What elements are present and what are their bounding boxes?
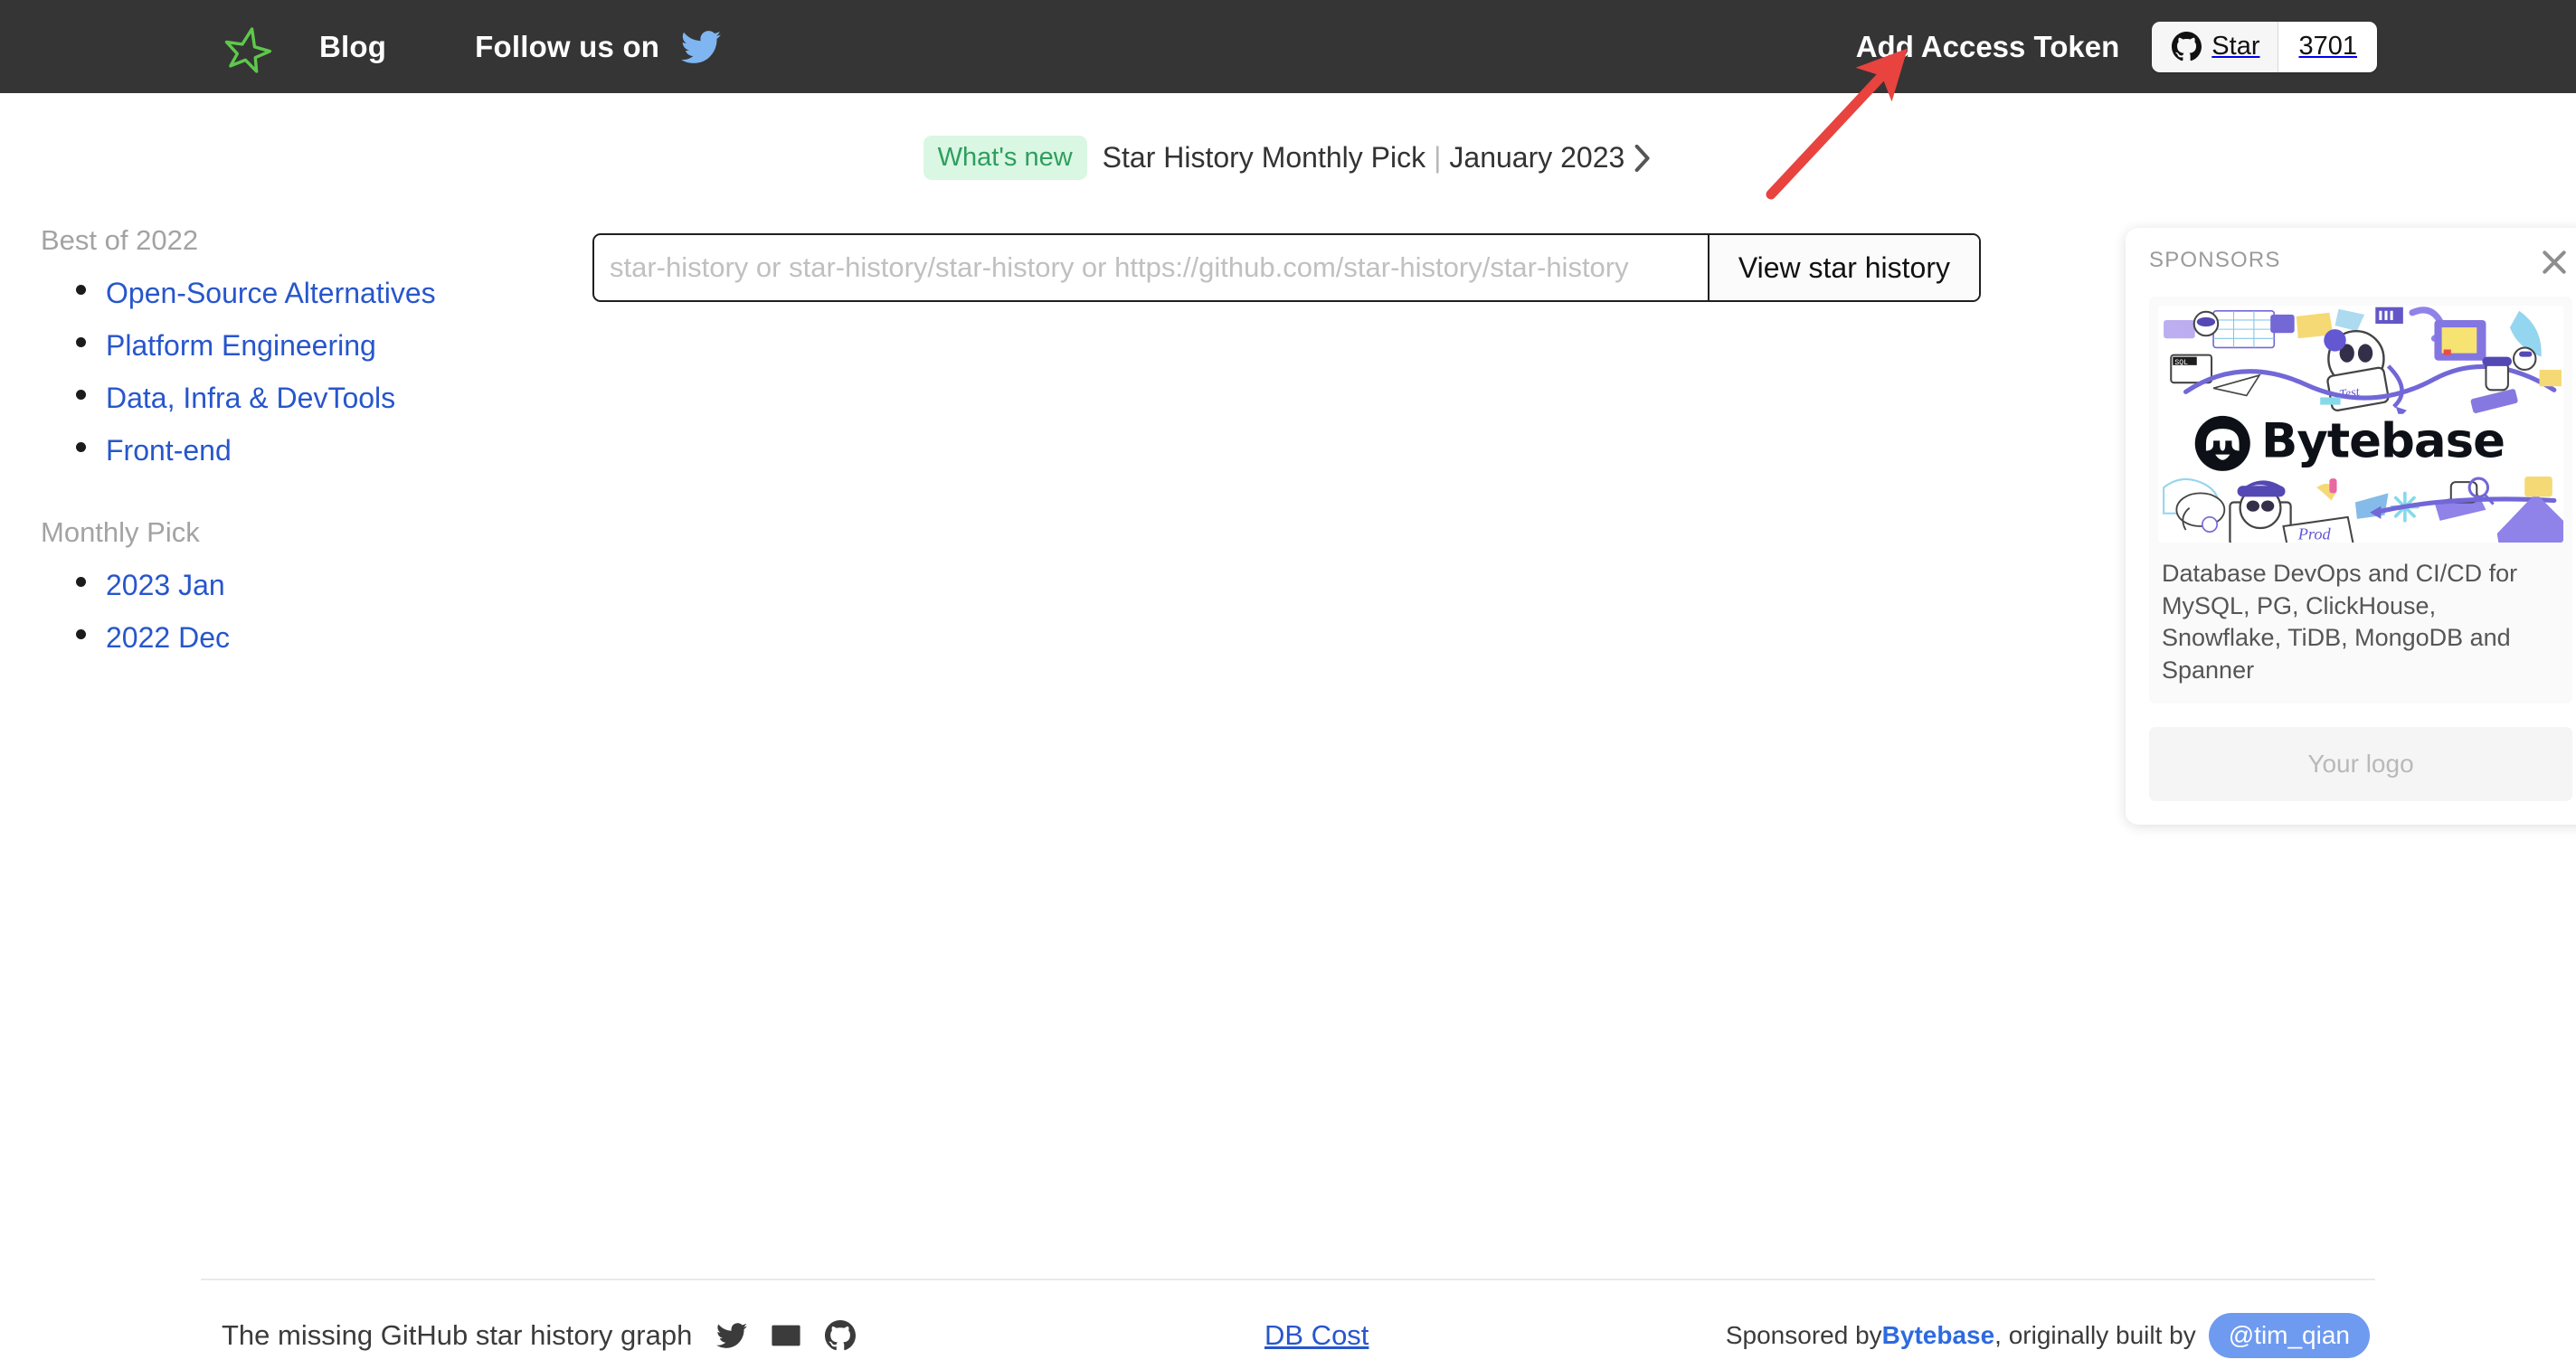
author-handle-badge[interactable]: @tim_qian <box>2208 1313 2370 1358</box>
chevron-right-icon <box>1634 144 1650 172</box>
bytebase-banner-image: SQL Test Bytebase Prod <box>2158 306 2563 543</box>
footer-right: Sponsored by Bytebase , originally built… <box>1726 1313 2370 1358</box>
footer-bytebase-link[interactable]: Bytebase <box>1882 1321 1995 1350</box>
bullet-icon <box>76 285 86 295</box>
site-footer: The missing GitHub star history graph DB… <box>0 1302 2576 1369</box>
whats-new-text: Star History Monthly Pick | January 2023 <box>1103 141 1653 175</box>
footer-social-icons <box>716 1320 857 1351</box>
search-input[interactable] <box>594 235 1708 300</box>
github-star-button[interactable]: Star 3701 <box>2152 21 2377 72</box>
star-logo-icon[interactable] <box>222 21 274 73</box>
star-logo-glyph <box>224 26 272 73</box>
sidebar-link-front-end[interactable]: Front-end <box>106 434 232 467</box>
header-left-nav: Blog Follow us on <box>222 21 722 73</box>
list-item[interactable]: Open-Source Alternatives <box>76 277 545 310</box>
header-right-nav: Add Access Token Star 3701 <box>1856 0 2576 93</box>
whats-new-date: January 2023 <box>1449 141 1625 174</box>
bullet-icon <box>76 577 86 587</box>
sidebar-heading-best-of-2022: Best of 2022 <box>41 224 199 256</box>
your-logo-slot[interactable]: Your logo <box>2149 726 2572 801</box>
github-icon[interactable] <box>825 1320 857 1351</box>
star-history-homepage: Blog Follow us on Add Access Token Star … <box>0 0 2576 1369</box>
svg-text:Prod: Prod <box>2297 524 2332 543</box>
sidebar-link-2023-jan[interactable]: 2023 Jan <box>106 569 225 602</box>
footer-center: DB Cost <box>1264 1319 1368 1352</box>
view-star-history-button[interactable]: View star history <box>1707 235 1979 300</box>
list-item[interactable]: Platform Engineering <box>76 329 545 363</box>
email-icon[interactable] <box>771 1320 801 1351</box>
site-header: Blog Follow us on Add Access Token Star … <box>0 0 2576 93</box>
footer-divider <box>201 1279 2375 1280</box>
sidebar-heading-monthly-pick: Monthly Pick <box>41 516 200 548</box>
whats-new-banner[interactable]: What's new Star History Monthly Pick | J… <box>0 136 2576 180</box>
header-twitter-link[interactable] <box>659 27 722 67</box>
whats-new-title: Star History Monthly Pick <box>1102 141 1426 174</box>
list-item[interactable]: Data, Infra & DevTools <box>76 382 545 415</box>
list-item[interactable]: 2022 Dec <box>76 621 545 655</box>
whats-new-badge: What's new <box>923 136 1087 180</box>
svg-text:SQL: SQL <box>2174 359 2188 367</box>
github-star-label: Star <box>2211 32 2260 61</box>
sidebar-link-data-infra-devtools[interactable]: Data, Infra & DevTools <box>106 382 395 415</box>
sidebar-list-monthly-pick: 2023 Jan 2022 Dec <box>38 569 545 655</box>
sponsors-title: SPONSORS <box>2149 248 2281 272</box>
bullet-icon <box>76 442 86 452</box>
repo-search-bar: View star history <box>592 233 1981 302</box>
sponsors-header: SPONSORS <box>2149 248 2572 277</box>
built-by-text: , originally built by <box>1994 1321 2196 1349</box>
nav-follow-label[interactable]: Follow us on <box>475 30 659 64</box>
sidebar: Best of 2022 Open-Source Alternatives Pl… <box>38 224 545 674</box>
list-item[interactable]: 2023 Jan <box>76 569 545 602</box>
sidebar-link-platform-engineering[interactable]: Platform Engineering <box>106 329 376 363</box>
sidebar-link-2022-dec[interactable]: 2022 Dec <box>106 621 230 655</box>
twitter-icon[interactable] <box>716 1320 748 1351</box>
bullet-icon <box>76 390 86 400</box>
footer-left: The missing GitHub star history graph <box>222 1319 857 1352</box>
github-octocat-icon <box>2172 32 2202 61</box>
github-star-count: 3701 <box>2278 21 2377 72</box>
github-star-left: Star <box>2152 21 2279 72</box>
sponsors-panel: SPONSORS SQL Test Bytebase Prod Database… <box>2126 228 2576 825</box>
sidebar-link-open-source-alternatives[interactable]: Open-Source Alternatives <box>106 277 436 310</box>
close-icon[interactable] <box>2540 248 2569 277</box>
add-access-token-button[interactable]: Add Access Token <box>1856 30 2120 64</box>
bullet-icon <box>76 337 86 347</box>
twitter-icon <box>681 30 722 63</box>
list-item[interactable]: Front-end <box>76 434 545 467</box>
sponsored-prefix: Sponsored by <box>1725 1321 1882 1349</box>
whats-new-separator: | <box>1434 141 1442 174</box>
nav-blog-link[interactable]: Blog <box>319 30 386 64</box>
svg-text:Bytebase: Bytebase <box>2261 414 2505 469</box>
sponsor-description: Database DevOps and CI/CD for MySQL, PG,… <box>2162 560 2518 684</box>
sponsor-bytebase-card[interactable]: SQL Test Bytebase Prod Database DevOps a… <box>2149 297 2572 703</box>
db-cost-link[interactable]: DB Cost <box>1264 1319 1368 1351</box>
footer-tagline: The missing GitHub star history graph <box>222 1319 693 1351</box>
bullet-icon <box>76 629 86 639</box>
sidebar-list-best-of-2022: Open-Source Alternatives Platform Engine… <box>38 277 545 467</box>
